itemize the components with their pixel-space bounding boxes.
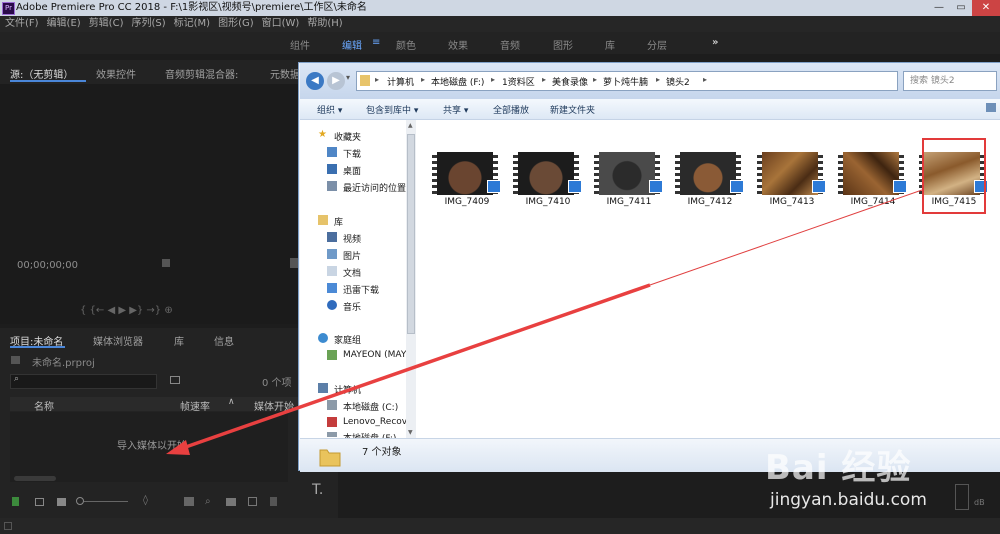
annotation-line	[179, 283, 651, 451]
baidu-logo: Bai 经验	[765, 448, 912, 488]
baidu-url: jingyan.baidu.com	[770, 490, 927, 510]
annotation-line-thin	[649, 189, 923, 286]
annotation-arrowhead	[166, 440, 190, 455]
